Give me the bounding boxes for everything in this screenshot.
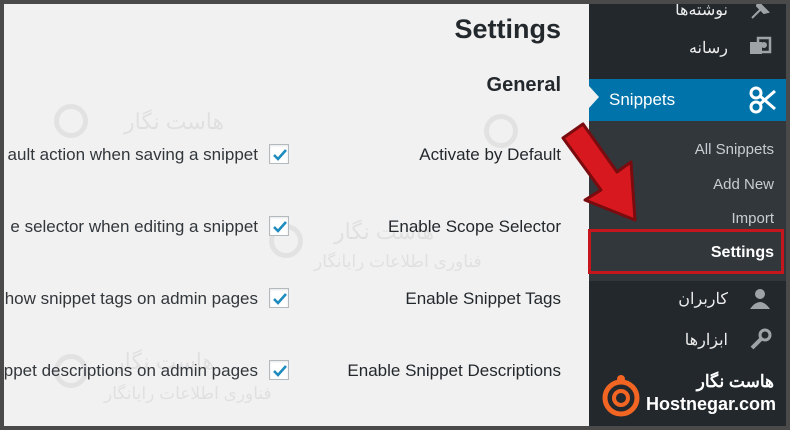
setting-label: Activate by Default <box>419 145 561 164</box>
sidebar-item-users[interactable]: کاربران <box>589 279 786 319</box>
checkmark-icon <box>273 365 287 377</box>
setting-row-scope-selector: e selector when editing a snippet Enable… <box>4 207 589 247</box>
watermark-logo-icon <box>54 104 88 138</box>
sidebar-item-snippets[interactable]: Snippets <box>589 79 786 121</box>
brand-watermark: هاست نگار Hostnegar.com <box>596 370 782 422</box>
activate-default-checkbox[interactable] <box>269 144 289 164</box>
setting-description: e selector when editing a snippet <box>10 217 258 236</box>
scope-selector-checkbox[interactable] <box>269 216 289 236</box>
settings-content: هاست نگار هاست نگار فناوری اطلاعات رایان… <box>4 4 589 426</box>
setting-row-snippet-tags: how snippet tags on admin pages Enable S… <box>4 279 589 319</box>
checkmark-icon <box>273 221 287 233</box>
submenu-add-new[interactable]: Add New <box>713 176 774 193</box>
snippet-tags-checkbox[interactable] <box>269 288 289 308</box>
submenu-settings[interactable]: Settings <box>711 244 774 262</box>
media-icon <box>750 36 772 54</box>
sidebar-item-label: کاربران <box>678 291 728 308</box>
setting-label: Enable Scope Selector <box>388 217 561 236</box>
sidebar-item-label: رسانه <box>688 40 728 57</box>
checkmark-icon <box>273 149 287 161</box>
sidebar-item-label: ابزارها <box>684 332 728 349</box>
sidebar-item-label: Snippets <box>609 90 676 109</box>
brand-name: هاست نگار <box>696 372 774 391</box>
user-icon <box>750 289 770 309</box>
section-title: General <box>486 74 561 96</box>
snippet-descriptions-checkbox[interactable] <box>269 360 289 380</box>
setting-label: Enable Snippet Descriptions <box>347 361 561 380</box>
setting-description: how snippet tags on admin pages <box>4 289 258 308</box>
checkmark-icon <box>273 293 287 305</box>
red-arrow-icon <box>561 122 637 222</box>
brand-url: Hostnegar.com <box>645 394 776 414</box>
setting-description: ppet descriptions on admin pages <box>4 361 258 380</box>
submenu-import[interactable]: Import <box>731 210 774 227</box>
setting-description: ault action when saving a snippet <box>7 145 258 164</box>
page-title: Settings <box>454 14 561 44</box>
sidebar-item-media[interactable]: رسانه <box>589 28 786 68</box>
sidebar-item-label: نوشته‌ها <box>675 2 728 19</box>
sidebar-item-posts[interactable]: نوشته‌ها <box>589 0 786 30</box>
wrench-icon <box>750 328 772 350</box>
watermark-text: هاست نگار <box>124 109 225 134</box>
scissors-icon <box>749 86 776 114</box>
setting-row-snippet-descriptions: ppet descriptions on admin pages Enable … <box>4 351 589 391</box>
setting-row-activate-default: ault action when saving a snippet Activa… <box>4 135 589 175</box>
submenu-all-snippets[interactable]: All Snippets <box>695 141 774 158</box>
active-menu-pointer <box>589 86 599 108</box>
watermark-text: فناوری اطلاعات رایانگار <box>314 252 482 271</box>
brand-logo-icon <box>602 375 640 417</box>
pin-icon <box>751 0 770 19</box>
sidebar-item-tools[interactable]: ابزارها <box>589 320 786 360</box>
setting-label: Enable Snippet Tags <box>405 289 561 308</box>
